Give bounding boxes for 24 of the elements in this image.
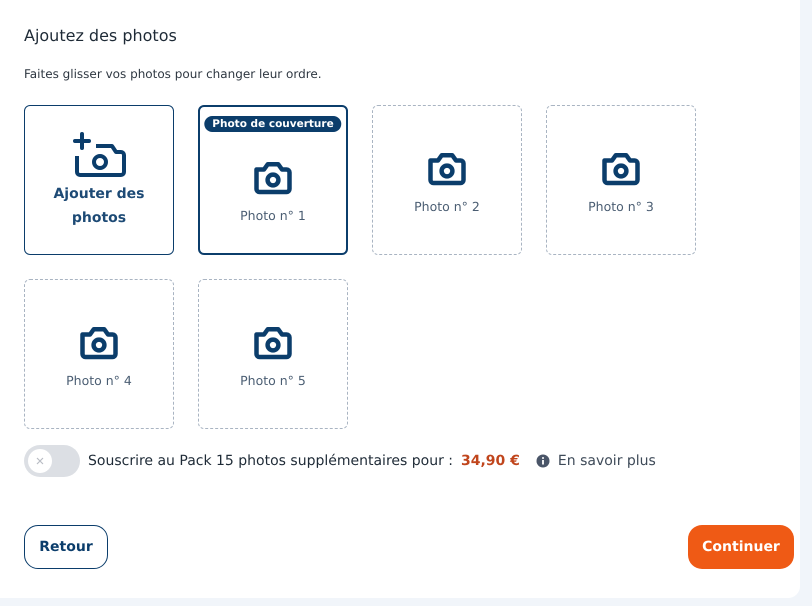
price-text: 34,90 € [461, 453, 520, 469]
add-camera-icon [71, 130, 127, 178]
close-icon [35, 456, 45, 466]
continue-button[interactable]: Continuer [688, 525, 794, 569]
back-button[interactable]: Retour [24, 525, 108, 569]
pack-offer-text: Souscrire au Pack 15 photos supplémentaires pour : [88, 453, 453, 469]
photo-slot[interactable]: Photo n° 4 [24, 279, 174, 429]
learn-more-link[interactable]: En savoir plus [558, 453, 656, 469]
add-photos-tile[interactable]: Ajouter des photos [24, 105, 174, 255]
photo-slot[interactable]: Photo de couverture Photo n° 1 [198, 105, 348, 255]
instruction-text: Faites glisser vos photos pour changer leur ordre. [24, 67, 323, 81]
cover-badge: Photo de couverture [204, 116, 342, 132]
add-photos-label: Ajouter des photos [52, 185, 146, 228]
photo-label: Photo n° 2 [414, 198, 480, 214]
photo-slot[interactable]: Photo n° 5 [198, 279, 348, 429]
photo-label: Photo n° 1 [240, 208, 306, 222]
photo-label: Photo n° 5 [240, 372, 306, 388]
photo-slot[interactable]: Photo n° 3 [546, 105, 696, 255]
page-title: Ajoutez des photos [24, 26, 178, 45]
photo-slot[interactable]: Photo n° 2 [372, 105, 522, 255]
photo-label: Photo n° 3 [588, 198, 654, 214]
info-icon [536, 454, 550, 468]
photo-label: Photo n° 4 [66, 372, 132, 388]
toggle-switch[interactable] [24, 445, 80, 477]
